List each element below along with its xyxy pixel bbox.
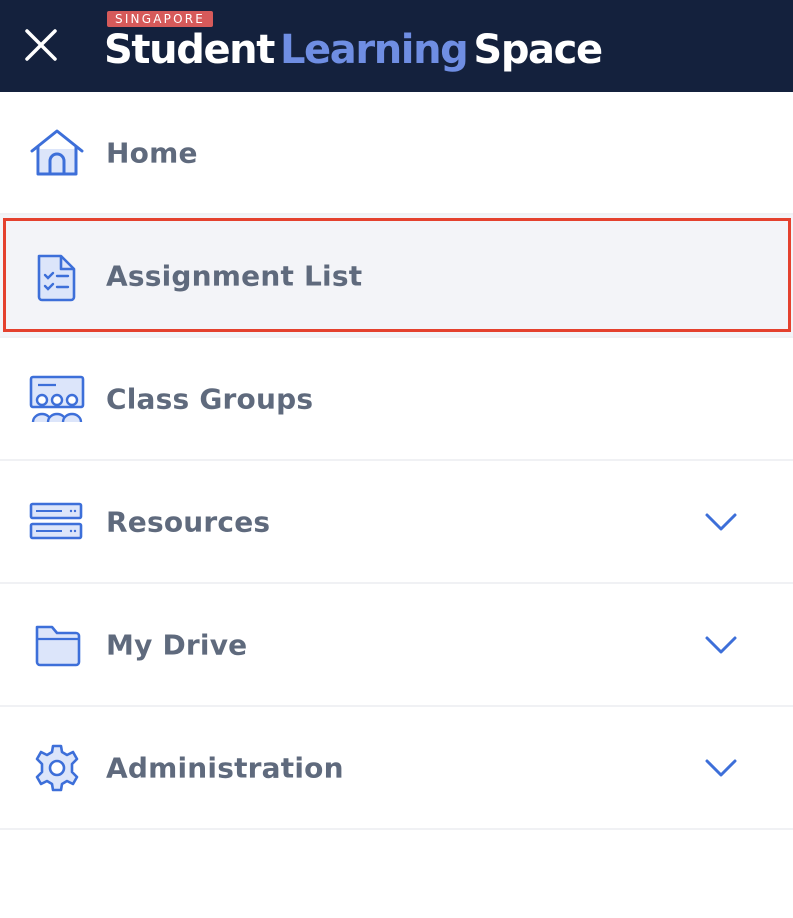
chevron-down-icon[interactable] <box>704 757 738 779</box>
chevron-down-icon[interactable] <box>704 634 738 656</box>
menu-item-label: Resources <box>106 505 271 538</box>
brand-word-space: Space <box>473 27 603 73</box>
menu-item-administration[interactable]: Administration <box>0 707 793 830</box>
gear-icon <box>35 744 79 791</box>
menu-item-label: Class Groups <box>106 382 314 415</box>
brand-logo[interactable]: Student Learning Space <box>104 24 603 76</box>
folder-icon <box>35 625 81 666</box>
menu-item-class-groups[interactable]: Class Groups <box>0 338 793 461</box>
home-icon <box>30 129 84 175</box>
class-groups-icon <box>29 375 85 422</box>
menu-item-label: Home <box>106 136 198 169</box>
menu-item-label: Assignment List <box>106 259 363 292</box>
close-icon <box>25 29 57 61</box>
menu-item-home[interactable]: Home <box>0 92 793 215</box>
menu-item-label: My Drive <box>106 628 248 661</box>
brand-word-learning: Learning <box>279 27 469 73</box>
chevron-down-icon[interactable] <box>704 511 738 533</box>
close-menu-button[interactable] <box>22 26 60 64</box>
resources-icon <box>29 502 83 539</box>
brand-word-student: Student <box>104 27 275 73</box>
menu-item-resources[interactable]: Resources <box>0 461 793 584</box>
menu-item-my-drive[interactable]: My Drive <box>0 584 793 707</box>
menu-item-label: Administration <box>106 751 344 784</box>
side-menu: Home Assignment List Class Groups Resour… <box>0 92 793 830</box>
app-header: SINGAPORE Student Learning Space <box>0 0 793 92</box>
menu-item-assignment-list[interactable]: Assignment List <box>0 215 793 338</box>
assignment-icon <box>37 254 76 301</box>
